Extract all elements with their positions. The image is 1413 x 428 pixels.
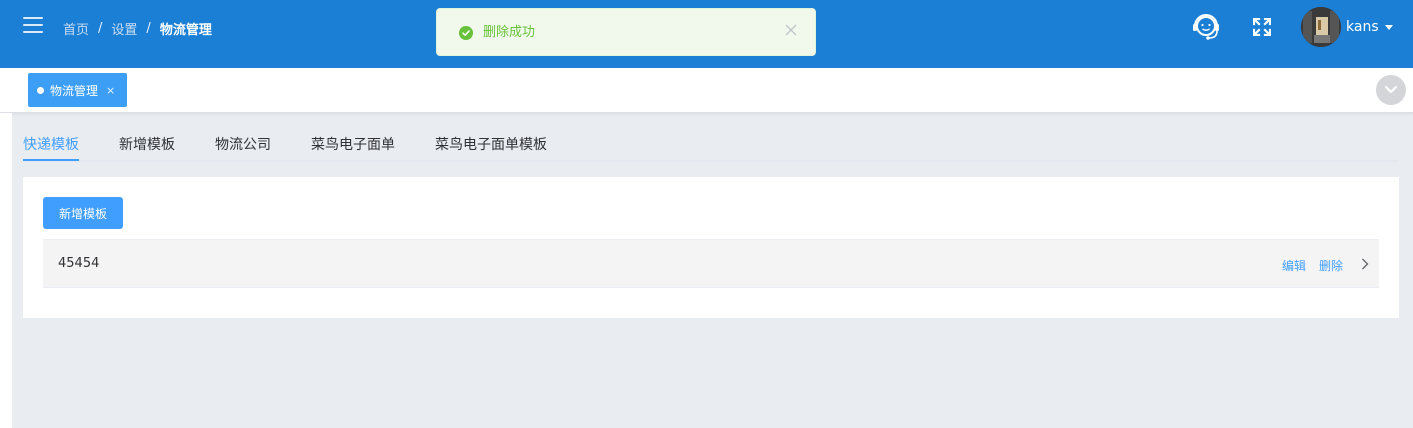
template-row[interactable]: 45454 编辑 删除 — [43, 239, 1379, 288]
toast-message: 删除成功 — [483, 25, 536, 40]
template-card: 新增模板 45454 编辑 删除 — [23, 177, 1399, 318]
caret-down-icon[interactable] — [1385, 25, 1393, 30]
success-toast: 删除成功 — [436, 8, 816, 56]
breadcrumb-settings[interactable]: 设置 — [111, 19, 137, 38]
check-circle-icon — [459, 26, 473, 40]
template-name: 45454 — [58, 256, 100, 271]
active-tab-indicator — [23, 159, 79, 161]
headset-icon[interactable] — [1190, 11, 1222, 43]
breadcrumb-home[interactable]: 首页 — [63, 19, 89, 38]
tab-cainiao-waybill[interactable]: 菜鸟电子面单 — [311, 134, 395, 154]
username[interactable]: kans — [1346, 19, 1379, 35]
tab-cainiao-waybill-template[interactable]: 菜鸟电子面单模板 — [435, 134, 547, 154]
tab-logistics-company[interactable]: 物流公司 — [215, 134, 271, 154]
tag-logistics[interactable]: 物流管理 × — [28, 73, 127, 107]
breadcrumb-current: 物流管理 — [159, 22, 212, 38]
add-template-button[interactable]: 新增模板 — [43, 197, 123, 229]
tab-add-template[interactable]: 新增模板 — [119, 134, 175, 154]
edit-link[interactable]: 编辑 — [1282, 257, 1306, 274]
breadcrumb-separator: / — [146, 20, 151, 36]
tags-scroll-button[interactable] — [1376, 75, 1406, 105]
menu-icon[interactable] — [23, 17, 43, 33]
tag-label: 物流管理 — [50, 83, 99, 98]
chevron-down-icon — [1384, 85, 1398, 94]
top-header: 首页 / 设置 / 物流管理 删除成功 kans — [0, 0, 1413, 68]
breadcrumb-separator: / — [98, 20, 103, 36]
delete-link[interactable]: 删除 — [1319, 257, 1343, 274]
close-icon[interactable] — [785, 24, 797, 36]
tab-express-template[interactable]: 快递模板 — [23, 134, 79, 154]
chevron-right-icon[interactable] — [1361, 258, 1369, 270]
fullscreen-icon[interactable] — [1253, 18, 1271, 36]
tab-bar: 快递模板 新增模板 物流公司 菜鸟电子面单 菜鸟电子面单模板 — [23, 126, 1399, 162]
active-dot-icon — [37, 86, 44, 94]
tags-bar: 物流管理 × — [0, 68, 1413, 113]
avatar[interactable] — [1301, 7, 1341, 47]
side-strip — [0, 113, 12, 428]
breadcrumb: 首页 / 设置 / 物流管理 — [63, 19, 212, 38]
tag-close-icon[interactable]: × — [106, 84, 115, 97]
